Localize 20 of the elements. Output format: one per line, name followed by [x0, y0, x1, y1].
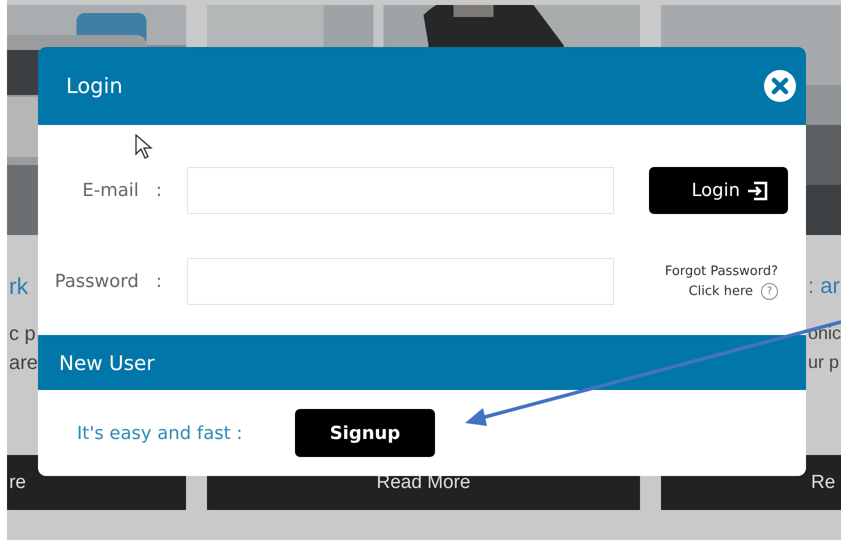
- card-text: are: [9, 352, 38, 376]
- field-label: Password :: [54, 271, 162, 292]
- signup-prompt: It's easy and fast :: [77, 422, 244, 444]
- field-label: E-mail :: [81, 180, 162, 201]
- card-text: c p: [9, 323, 36, 347]
- forgot-password-text: Forgot Password?: [664, 264, 778, 278]
- password-field[interactable]: [187, 258, 614, 305]
- signup-button[interactable]: Signup: [295, 409, 435, 457]
- mouse-cursor-icon: [135, 134, 153, 160]
- login-button[interactable]: Login: [649, 167, 788, 214]
- card-text: ur p: [808, 352, 840, 374]
- dialog-title: Login: [66, 74, 123, 98]
- card-title: : ar: [808, 273, 840, 300]
- click-here-link[interactable]: Click here: [688, 284, 753, 298]
- help-icon[interactable]: ?: [761, 282, 778, 300]
- email-field[interactable]: [187, 167, 614, 214]
- close-icon[interactable]: [763, 69, 797, 103]
- sign-in-icon: [746, 180, 768, 200]
- section-title: New User: [59, 350, 155, 374]
- card-title: rk: [9, 273, 28, 301]
